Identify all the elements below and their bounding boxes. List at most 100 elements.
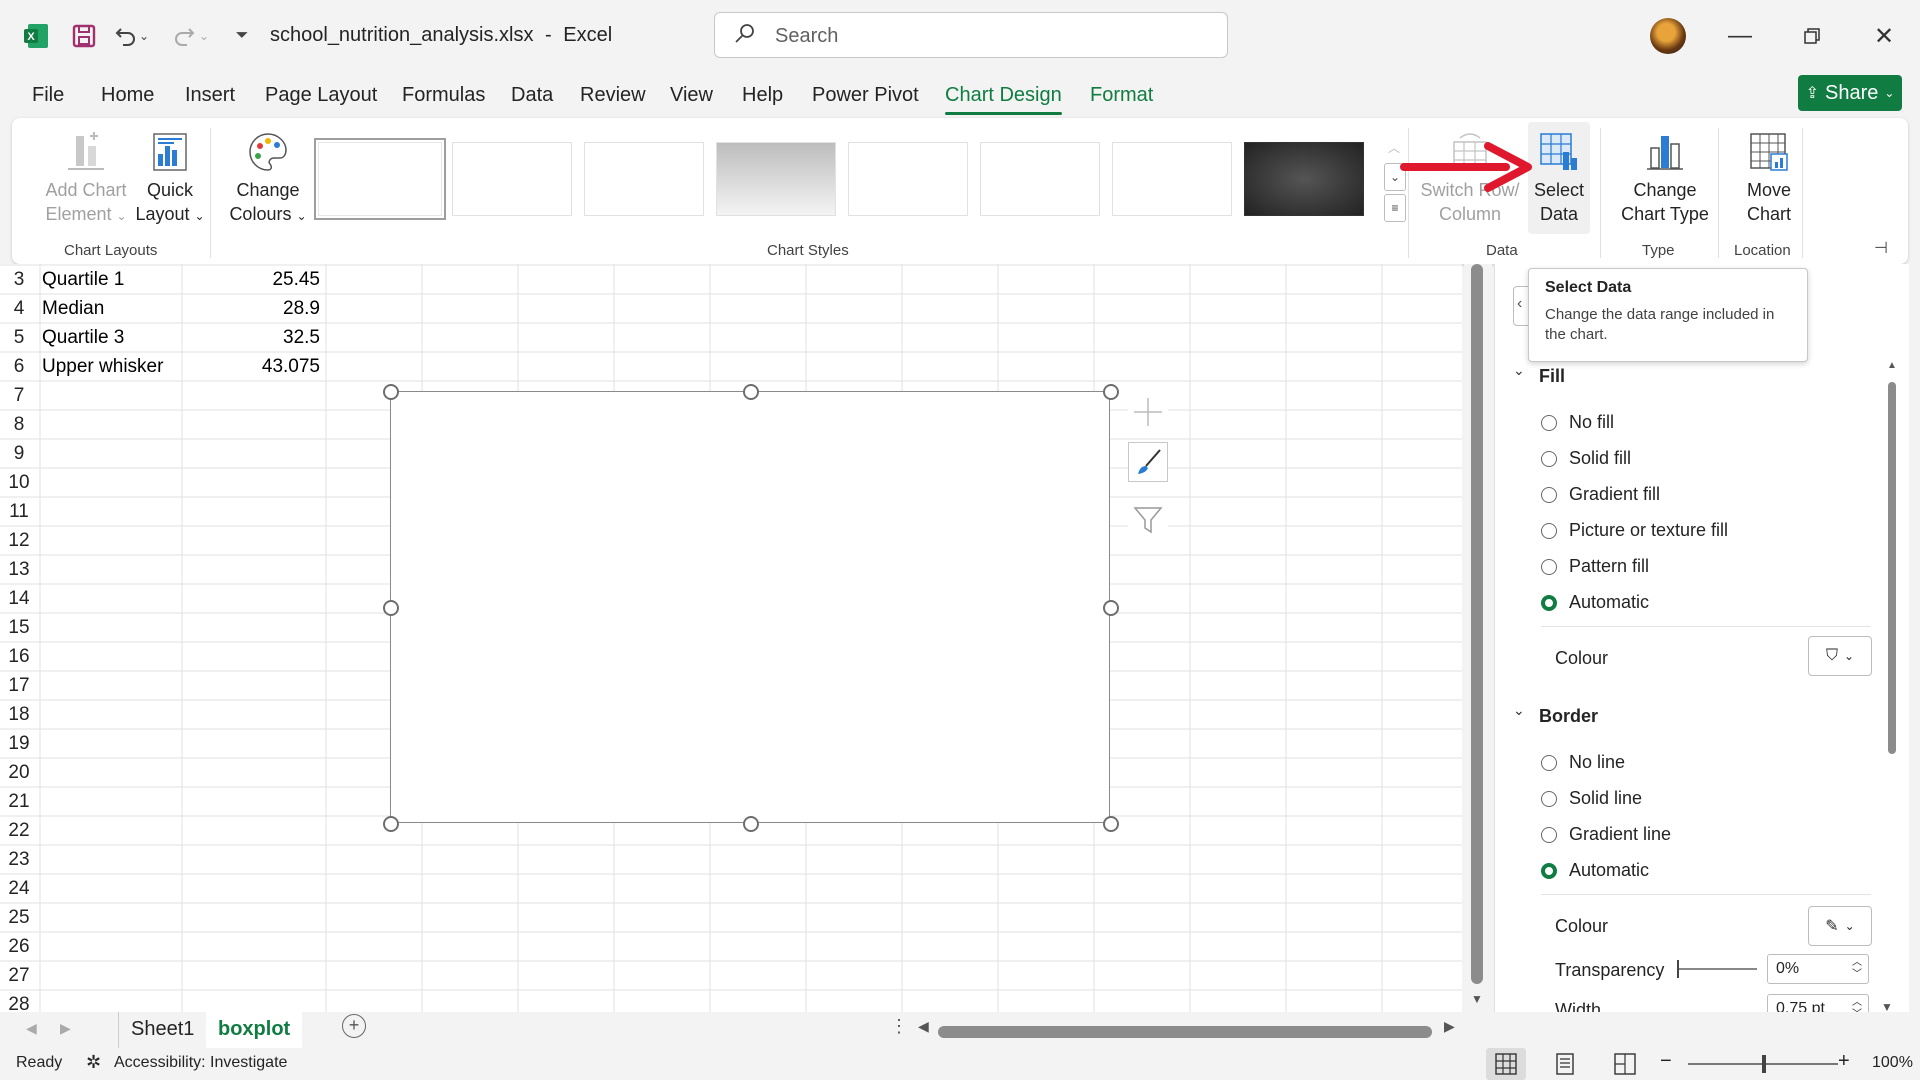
zoom-slider-thumb[interactable] xyxy=(1762,1055,1766,1073)
resize-handle-left[interactable] xyxy=(383,600,399,616)
transparency-slider[interactable] xyxy=(1677,960,1757,978)
more-options-icon[interactable]: ⋮ xyxy=(890,1016,908,1037)
resize-handle-top-right[interactable] xyxy=(1103,384,1119,400)
row-header[interactable]: 10 xyxy=(0,472,38,494)
row-header[interactable]: 21 xyxy=(0,791,38,813)
page-break-view-icon[interactable] xyxy=(1614,1053,1636,1075)
chart-filters-button[interactable] xyxy=(1128,500,1168,540)
change-colours-button[interactable]: Change Colours ⌄ xyxy=(220,130,316,228)
tab-format[interactable]: Format xyxy=(1090,84,1153,107)
scroll-up-icon[interactable]: ▲ xyxy=(1887,360,1897,371)
border-option[interactable]: Solid line xyxy=(1541,788,1642,809)
move-chart-button[interactable]: Move Chart xyxy=(1724,130,1814,226)
hscroll-left-icon[interactable]: ◀ xyxy=(918,1018,929,1035)
close-button[interactable]: ✕ xyxy=(1864,18,1904,54)
fill-option[interactable]: Pattern fill xyxy=(1541,556,1649,577)
chart-style-1[interactable] xyxy=(314,138,446,220)
fill-radio[interactable] xyxy=(1541,486,1557,503)
cell-value[interactable]: 43.075 xyxy=(186,356,320,378)
border-radio[interactable] xyxy=(1541,862,1557,879)
fill-heading[interactable]: Fill xyxy=(1539,366,1565,387)
border-option[interactable]: Gradient line xyxy=(1541,824,1671,845)
chart-style-6[interactable] xyxy=(980,142,1100,216)
fill-option[interactable]: No fill xyxy=(1541,412,1614,433)
zoom-level[interactable]: 100% xyxy=(1872,1054,1913,1072)
scroll-down-icon[interactable]: ▼ xyxy=(1471,992,1483,1006)
resize-handle-right[interactable] xyxy=(1103,600,1119,616)
tab-view[interactable]: View xyxy=(670,84,713,107)
tab-scroll-left-icon[interactable]: ◀ xyxy=(26,1020,37,1037)
row-header[interactable]: 9 xyxy=(0,443,38,465)
tab-help[interactable]: Help xyxy=(742,84,783,107)
transparency-input[interactable]: 0% ︿ ﹀ xyxy=(1767,954,1869,984)
border-colour-picker[interactable]: ✎ ⌄ xyxy=(1808,906,1872,946)
row-header[interactable]: 16 xyxy=(0,646,38,668)
fill-radio[interactable] xyxy=(1541,450,1557,467)
undo-dropdown-icon[interactable]: ⌄ xyxy=(136,20,152,52)
tab-file[interactable]: File xyxy=(32,84,64,107)
resize-handle-top-left[interactable] xyxy=(383,384,399,400)
row-header[interactable]: 3 xyxy=(0,269,38,291)
zoom-in-icon[interactable]: + xyxy=(1838,1050,1850,1073)
change-chart-type-button[interactable]: Change Chart Type xyxy=(1606,130,1724,226)
chart-style-3[interactable] xyxy=(584,142,704,216)
pane-scroll-thumb[interactable] xyxy=(1888,382,1896,754)
save-icon[interactable] xyxy=(68,20,100,52)
normal-view-button[interactable] xyxy=(1486,1048,1526,1080)
search-input[interactable]: Search xyxy=(714,12,1228,58)
chart-styles-button[interactable] xyxy=(1128,442,1168,482)
cell-value[interactable]: 32.5 xyxy=(186,327,320,349)
row-header[interactable]: 28 xyxy=(0,994,38,1012)
row-header[interactable]: 14 xyxy=(0,588,38,610)
vertical-scroll-thumb[interactable] xyxy=(1471,264,1483,984)
worksheet-grid[interactable]: 3 Quartile 1 25.45 4 Median 28.9 5 Quartile 3 32… xyxy=(0,264,1462,1012)
row-header[interactable]: 19 xyxy=(0,733,38,755)
fill-option[interactable]: Gradient fill xyxy=(1541,484,1660,505)
page-layout-view-icon[interactable] xyxy=(1554,1053,1576,1075)
cell-label[interactable]: Upper whisker xyxy=(42,356,163,378)
row-header[interactable]: 17 xyxy=(0,675,38,697)
resize-handle-bottom-right[interactable] xyxy=(1103,816,1119,832)
share-button[interactable]: ⇪ Share ⌄ xyxy=(1798,75,1902,111)
spin-arrows-icon[interactable]: ︿﹀ xyxy=(1852,957,1862,981)
row-header[interactable]: 20 xyxy=(0,762,38,784)
row-header[interactable]: 8 xyxy=(0,414,38,436)
tab-data[interactable]: Data xyxy=(511,84,553,107)
customize-toolbar-icon[interactable]: ⏷ xyxy=(226,20,258,52)
border-heading[interactable]: Border xyxy=(1539,706,1598,727)
chart-elements-button[interactable] xyxy=(1128,392,1168,432)
pane-scrollbar[interactable]: ▲ xyxy=(1887,360,1897,1018)
restore-button[interactable] xyxy=(1792,18,1832,54)
zoom-slider[interactable] xyxy=(1688,1055,1838,1073)
fill-collapse-icon[interactable]: ⌄ xyxy=(1513,362,1525,379)
chart-style-8[interactable] xyxy=(1244,142,1364,216)
avatar[interactable] xyxy=(1650,18,1686,54)
resize-handle-top[interactable] xyxy=(743,384,759,400)
tab-insert[interactable]: Insert xyxy=(185,84,235,107)
row-header[interactable]: 11 xyxy=(0,501,38,523)
row-header[interactable]: 24 xyxy=(0,878,38,900)
border-radio[interactable] xyxy=(1541,826,1557,843)
tab-formulas[interactable]: Formulas xyxy=(402,84,485,107)
fill-radio[interactable] xyxy=(1541,522,1557,539)
resize-handle-bottom[interactable] xyxy=(743,816,759,832)
redo-dropdown-icon[interactable]: ⌄ xyxy=(196,20,212,52)
tab-scroll-right-icon[interactable]: ▶ xyxy=(60,1020,71,1037)
border-radio[interactable] xyxy=(1541,790,1557,807)
row-header[interactable]: 5 xyxy=(0,327,38,349)
tab-page-layout[interactable]: Page Layout xyxy=(265,84,377,107)
chart-style-5[interactable] xyxy=(848,142,968,216)
sheet-tab-sheet1[interactable]: Sheet1 xyxy=(118,1012,208,1050)
row-header[interactable]: 7 xyxy=(0,385,38,407)
hscroll-right-icon[interactable]: ▶ xyxy=(1444,1018,1455,1035)
border-option[interactable]: No line xyxy=(1541,752,1625,773)
row-header[interactable]: 18 xyxy=(0,704,38,726)
accessibility-icon[interactable]: ✲ xyxy=(86,1052,101,1073)
row-header[interactable]: 25 xyxy=(0,907,38,929)
add-sheet-icon[interactable]: + xyxy=(342,1014,366,1038)
cell-value[interactable]: 28.9 xyxy=(186,298,320,320)
chart-style-2[interactable] xyxy=(452,142,572,216)
zoom-out-icon[interactable]: − xyxy=(1660,1050,1672,1073)
pin-ribbon-icon[interactable]: ⊣ xyxy=(1874,238,1888,258)
row-header[interactable]: 15 xyxy=(0,617,38,639)
